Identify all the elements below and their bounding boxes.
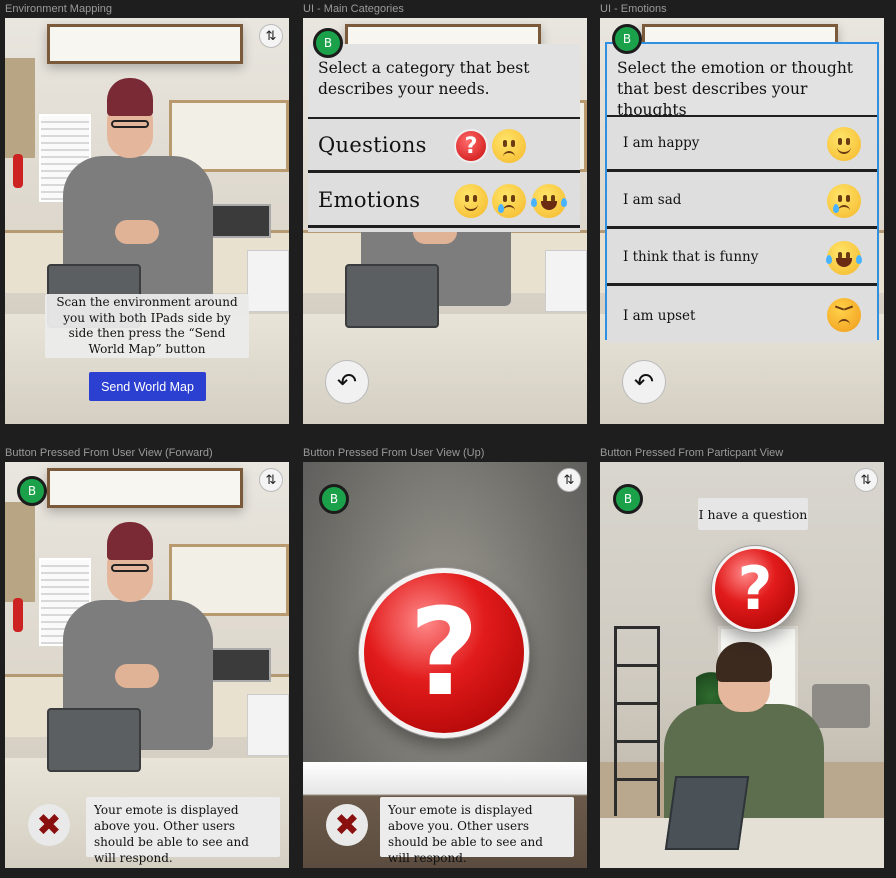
frame-label-up-view: Button Pressed From User View (Up): [303, 447, 485, 459]
participant: [600, 642, 884, 868]
emotions-frame: Select the emotion or thought that best …: [600, 18, 884, 424]
camera-swap-icon[interactable]: ⇅: [259, 468, 283, 492]
frame-label-emotions: UI - Emotions: [600, 3, 667, 15]
ceiling-light: [47, 24, 243, 64]
close-icon[interactable]: ✖: [28, 804, 70, 846]
microwave: [211, 648, 271, 682]
fire-extinguisher: [13, 154, 23, 188]
ipad: [47, 708, 141, 772]
crying-face-icon: [492, 184, 526, 218]
tears-of-joy-face-icon: [531, 184, 567, 218]
emotion-panel: Select the emotion or thought that best …: [605, 42, 879, 343]
emotion-label: I think that is funny: [623, 249, 759, 265]
microwave: [211, 204, 271, 238]
back-arrow-icon[interactable]: ↶: [622, 360, 666, 404]
user-badge: B: [613, 484, 643, 514]
emotion-item-happy[interactable]: I am happy: [607, 117, 877, 172]
category-prompt: Select a category that best describes yo…: [308, 44, 580, 120]
environment-mapping-frame: ⇅ Scan the environment around you with b…: [5, 18, 289, 424]
tears-of-joy-face-icon: [826, 241, 862, 275]
user-badge: B: [17, 476, 47, 506]
camera-swap-icon[interactable]: ⇅: [259, 24, 283, 48]
up-view-frame: ? B ⇅ ✖ Your emote is displayed above yo…: [303, 462, 587, 868]
close-icon[interactable]: ✖: [326, 804, 368, 846]
thinking-face-icon: [492, 129, 526, 163]
cabinet: [5, 58, 35, 158]
frame-label-forward-view: Button Pressed From User View (Forward): [5, 447, 213, 459]
crying-face-icon: [827, 184, 861, 218]
participant-view-frame: B ⇅ I have a question ?: [600, 462, 884, 868]
stove: [247, 694, 289, 756]
frame-label-participant-view: Button Pressed From Particpant View: [600, 447, 784, 459]
instruction-text: Scan the environment around you with bot…: [45, 294, 249, 358]
emote-message-label: I have a question: [698, 498, 808, 530]
frame-label-environment-mapping: Environment Mapping: [5, 3, 113, 15]
user-badge: B: [319, 484, 349, 514]
red-question-mark-icon: ?: [454, 129, 488, 163]
stove: [545, 250, 587, 312]
user-badge: B: [612, 24, 642, 54]
emotion-item-funny[interactable]: I think that is funny: [607, 231, 877, 286]
category-label: Questions: [318, 132, 427, 157]
emote-feedback-text: Your emote is displayed above you. Other…: [380, 797, 574, 865]
ceiling-light: [47, 468, 243, 508]
cabinet: [5, 502, 35, 602]
category-label: Emotions: [318, 187, 421, 212]
smiling-face-icon: [454, 184, 488, 218]
emotion-item-upset[interactable]: I am upset: [607, 288, 877, 343]
stove: [247, 250, 289, 312]
emotion-label: I am happy: [623, 135, 700, 151]
category-emotions-row[interactable]: Emotions: [308, 174, 580, 228]
emotion-label: I am sad: [623, 192, 682, 208]
user-badge: B: [313, 28, 343, 58]
camera-swap-icon[interactable]: ⇅: [854, 468, 878, 492]
send-world-map-button[interactable]: Send World Map: [89, 372, 206, 401]
emotion-item-sad[interactable]: I am sad: [607, 174, 877, 229]
back-arrow-icon[interactable]: ↶: [325, 360, 369, 404]
emote-feedback-text: Your emote is displayed above you. Other…: [86, 797, 280, 865]
main-categories-frame: Select a category that best describes yo…: [303, 18, 587, 424]
angry-face-icon: [827, 298, 861, 332]
camera-swap-icon[interactable]: ⇅: [557, 468, 581, 492]
red-question-mark-icon: ?: [712, 546, 798, 632]
bookshelf: [614, 626, 660, 816]
emotion-prompt: Select the emotion or thought that best …: [607, 44, 877, 119]
red-question-mark-icon: ?: [359, 568, 529, 738]
fire-extinguisher: [13, 598, 23, 632]
frame-label-main-categories: UI - Main Categories: [303, 3, 404, 15]
ipad: [345, 264, 439, 328]
category-questions-row[interactable]: Questions ?: [308, 119, 580, 173]
emotion-label: I am upset: [623, 307, 696, 324]
category-panel: Select a category that best describes yo…: [308, 44, 580, 232]
forward-view-frame: B ⇅ ✖ Your emote is displayed above you.…: [5, 462, 289, 868]
smiling-face-icon: [827, 127, 861, 161]
